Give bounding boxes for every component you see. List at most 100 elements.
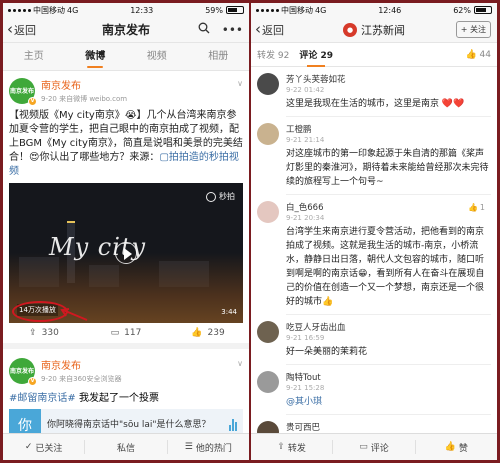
clock: 12:46 bbox=[378, 5, 402, 15]
follow-button[interactable]: + 关注 bbox=[455, 21, 491, 38]
battery-info: 59% bbox=[205, 6, 244, 15]
repost-icon: ⇪ bbox=[277, 442, 285, 452]
battery-percent: 62% bbox=[453, 5, 471, 15]
mention-link[interactable]: @其小琪 bbox=[286, 397, 322, 407]
right-screen: 中国移动 4G 12:46 62% ‹ 返回 ● 江苏新闻 + 关注 转发 92… bbox=[251, 3, 497, 460]
comment-icon: ▭ bbox=[110, 328, 120, 338]
comment-time: 9-21 15:28 bbox=[286, 384, 325, 392]
comment-time: 9-21 16:59 bbox=[286, 334, 325, 342]
comment-time: 9-21 20:34 bbox=[286, 214, 325, 222]
post: 南京发布 V 南京发布 9-20 来自360安全浏览器 ∨ #邮留南京话# 我发… bbox=[3, 349, 249, 441]
battery-percent: 59% bbox=[205, 5, 223, 15]
carrier-info: 中国移动 4G bbox=[256, 5, 326, 16]
battery-icon bbox=[473, 6, 492, 14]
like-icon: 👍 bbox=[467, 203, 478, 212]
chevron-down-icon[interactable]: ∨ bbox=[237, 79, 243, 88]
play-icon[interactable] bbox=[115, 242, 137, 264]
verified-badge-icon: V bbox=[28, 376, 37, 386]
chevron-left-icon: ‹ bbox=[7, 20, 13, 38]
battery-icon bbox=[225, 6, 244, 14]
comment-time: 9-22 01:42 bbox=[286, 86, 325, 94]
back-label: 返回 bbox=[262, 23, 284, 37]
back-button[interactable]: ‹ 返回 bbox=[3, 22, 36, 38]
more-icon[interactable]: ••• bbox=[222, 23, 243, 37]
detail-tabs: 转发 92 评论 29 👍 44 bbox=[251, 43, 497, 67]
comment-text: 台湾学生来南京进行夏令营活动，把他看到的南京拍成了视频。这就是我生活的城市-南京… bbox=[286, 227, 485, 307]
like-icon: 👍 bbox=[465, 49, 477, 60]
video-duration: 3:44 bbox=[221, 308, 237, 316]
tab-video[interactable]: 视频 bbox=[126, 43, 188, 70]
avatar[interactable]: 南京发布 V bbox=[9, 357, 37, 386]
tab-likes[interactable]: 👍 44 bbox=[465, 50, 491, 60]
comment-author[interactable]: 白_色666 bbox=[286, 201, 491, 213]
post: 南京发布 V 南京发布 9-20 来自微博 weibo.com ∨ 【视频版《M… bbox=[3, 71, 249, 323]
repost-button[interactable]: ⇪ 330 bbox=[3, 328, 85, 338]
status-bar: 中国移动 4G 12:33 59% bbox=[3, 3, 249, 17]
menu-icon: ☰ bbox=[184, 442, 193, 452]
comment-author[interactable]: 陶特Tout bbox=[286, 371, 491, 383]
comment-text: 这里是我现在生活的城市，这里是南京 ❤️❤️ bbox=[286, 99, 465, 109]
hot-posts-button[interactable]: ☰ 他的热门 bbox=[168, 440, 249, 454]
comment-author[interactable]: 芳丫头芙蓉如花 bbox=[286, 73, 491, 85]
tab-weibo[interactable]: 微博 bbox=[65, 43, 127, 70]
avatar[interactable] bbox=[257, 201, 279, 223]
check-icon: ✓ bbox=[24, 442, 33, 452]
post-author[interactable]: 南京发布 bbox=[41, 357, 121, 372]
comment-text: @其小琪 bbox=[286, 395, 491, 409]
like-icon: 👍 bbox=[191, 328, 203, 338]
verified-badge-icon: V bbox=[28, 96, 37, 106]
clock: 12:33 bbox=[130, 5, 154, 15]
tab-reposts[interactable]: 转发 92 bbox=[257, 48, 289, 61]
comment-time: 9-21 21:14 bbox=[286, 136, 325, 144]
carrier: 中国移动 bbox=[281, 5, 313, 15]
like-button[interactable]: 👍 赞 bbox=[416, 440, 497, 454]
post-author[interactable]: 南京发布 bbox=[41, 77, 127, 92]
comment-author[interactable]: 贵可西巴 bbox=[286, 421, 491, 433]
comment-author[interactable]: 工橙鹏 bbox=[286, 123, 491, 135]
comment-icon: ▭ bbox=[359, 442, 368, 452]
avatar[interactable] bbox=[257, 321, 279, 343]
comment-text: 对这座城市的第一印象起源于朱自清的那篇《桨声灯影里的秦淮河》，期待着未来能给曾经… bbox=[286, 149, 489, 187]
avatar[interactable] bbox=[257, 123, 279, 145]
comment-bottom-bar: ⇪ 转发 ▭ 评论 👍 赞 bbox=[251, 433, 497, 460]
page-title: ● 江苏新闻 bbox=[343, 22, 405, 38]
page-title: 南京发布 bbox=[101, 23, 151, 37]
avatar[interactable] bbox=[257, 371, 279, 393]
back-button[interactable]: ‹ 返回 bbox=[251, 22, 284, 38]
source-avatar-icon: ● bbox=[343, 22, 357, 37]
tab-album[interactable]: 相册 bbox=[188, 43, 250, 70]
chevron-down-icon[interactable]: ∨ bbox=[237, 359, 243, 368]
repost-button[interactable]: ⇪ 转发 bbox=[251, 440, 334, 454]
avatar[interactable]: 南京发布 V bbox=[9, 77, 37, 106]
profile-bottom-bar: ✓ 已关注 私信 ☰ 他的热门 bbox=[3, 433, 249, 460]
like-button[interactable]: 👍 239 bbox=[167, 328, 249, 338]
comment-item: 陶特Tout 9-21 15:28 @其小琪 bbox=[251, 365, 497, 415]
back-label: 返回 bbox=[14, 23, 36, 37]
comment-author[interactable]: 吃豆人牙齿出血 bbox=[286, 321, 491, 333]
topic-tag[interactable]: #邮留南京话# bbox=[9, 393, 76, 404]
vote-question: 你阿晓得南京话中"sōu lai"是什么意思？ bbox=[47, 420, 211, 430]
nav-bar: ‹ 返回 南京发布 ••• bbox=[3, 17, 249, 43]
video-player[interactable]: My city 秒拍 14万次播放 3:44 bbox=[9, 183, 243, 323]
comment-item: 工橙鹏 9-21 21:14 对这座城市的第一印象起源于朱自清的那篇《桨声灯影里… bbox=[251, 117, 497, 195]
post-meta: 9-20 来自360安全浏览器 bbox=[41, 375, 122, 383]
nav-bar: ‹ 返回 ● 江苏新闻 + 关注 bbox=[251, 17, 497, 43]
network-type: 4G bbox=[67, 5, 79, 15]
post-text: 【视频版《My city南京》😭】几个从台湾来南京参加夏令营的学生，把自己眼中的… bbox=[9, 110, 243, 177]
comment-like-button[interactable]: 👍 1 bbox=[468, 203, 485, 212]
search-icon[interactable] bbox=[198, 22, 210, 37]
left-screen: 中国移动 4G 12:33 59% ‹ 返回 南京发布 ••• 主页 微博 视频… bbox=[3, 3, 249, 460]
avatar[interactable] bbox=[257, 73, 279, 95]
annotation-arrow-icon bbox=[60, 308, 88, 321]
carrier: 中国移动 bbox=[33, 5, 65, 15]
tab-home[interactable]: 主页 bbox=[3, 43, 65, 70]
vote-chart-icon bbox=[229, 419, 237, 431]
profile-tabs: 主页 微博 视频 相册 bbox=[3, 43, 249, 71]
comment-button[interactable]: ▭ 评论 bbox=[333, 440, 416, 454]
repost-icon: ⇪ bbox=[29, 328, 37, 338]
comment-button[interactable]: ▭ 117 bbox=[85, 328, 167, 338]
tab-comments[interactable]: 评论 29 bbox=[299, 48, 333, 67]
post-actions: ⇪ 330 ▭ 117 👍 239 bbox=[3, 323, 249, 349]
followed-button[interactable]: ✓ 已关注 bbox=[3, 440, 86, 454]
message-button[interactable]: 私信 bbox=[85, 440, 168, 454]
